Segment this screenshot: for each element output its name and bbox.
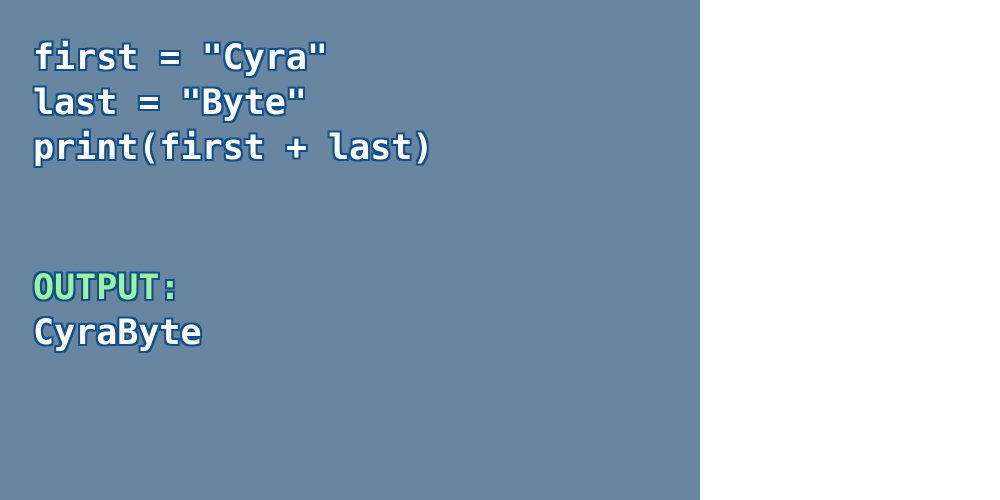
code-line: first = "Cyra" bbox=[33, 38, 329, 78]
code-line: last = "Byte" bbox=[33, 83, 307, 123]
blank-area bbox=[700, 0, 1000, 500]
output-block: OUTPUT: CyraByte bbox=[33, 266, 202, 356]
code-panel: first = "Cyra" last = "Byte" print(first… bbox=[0, 0, 700, 500]
page: first = "Cyra" last = "Byte" print(first… bbox=[0, 0, 1000, 500]
code-block: first = "Cyra" last = "Byte" print(first… bbox=[33, 36, 700, 171]
code-line: print(first + last) bbox=[33, 128, 434, 168]
output-label: OUTPUT: bbox=[33, 268, 181, 308]
output-value: CyraByte bbox=[33, 313, 202, 353]
